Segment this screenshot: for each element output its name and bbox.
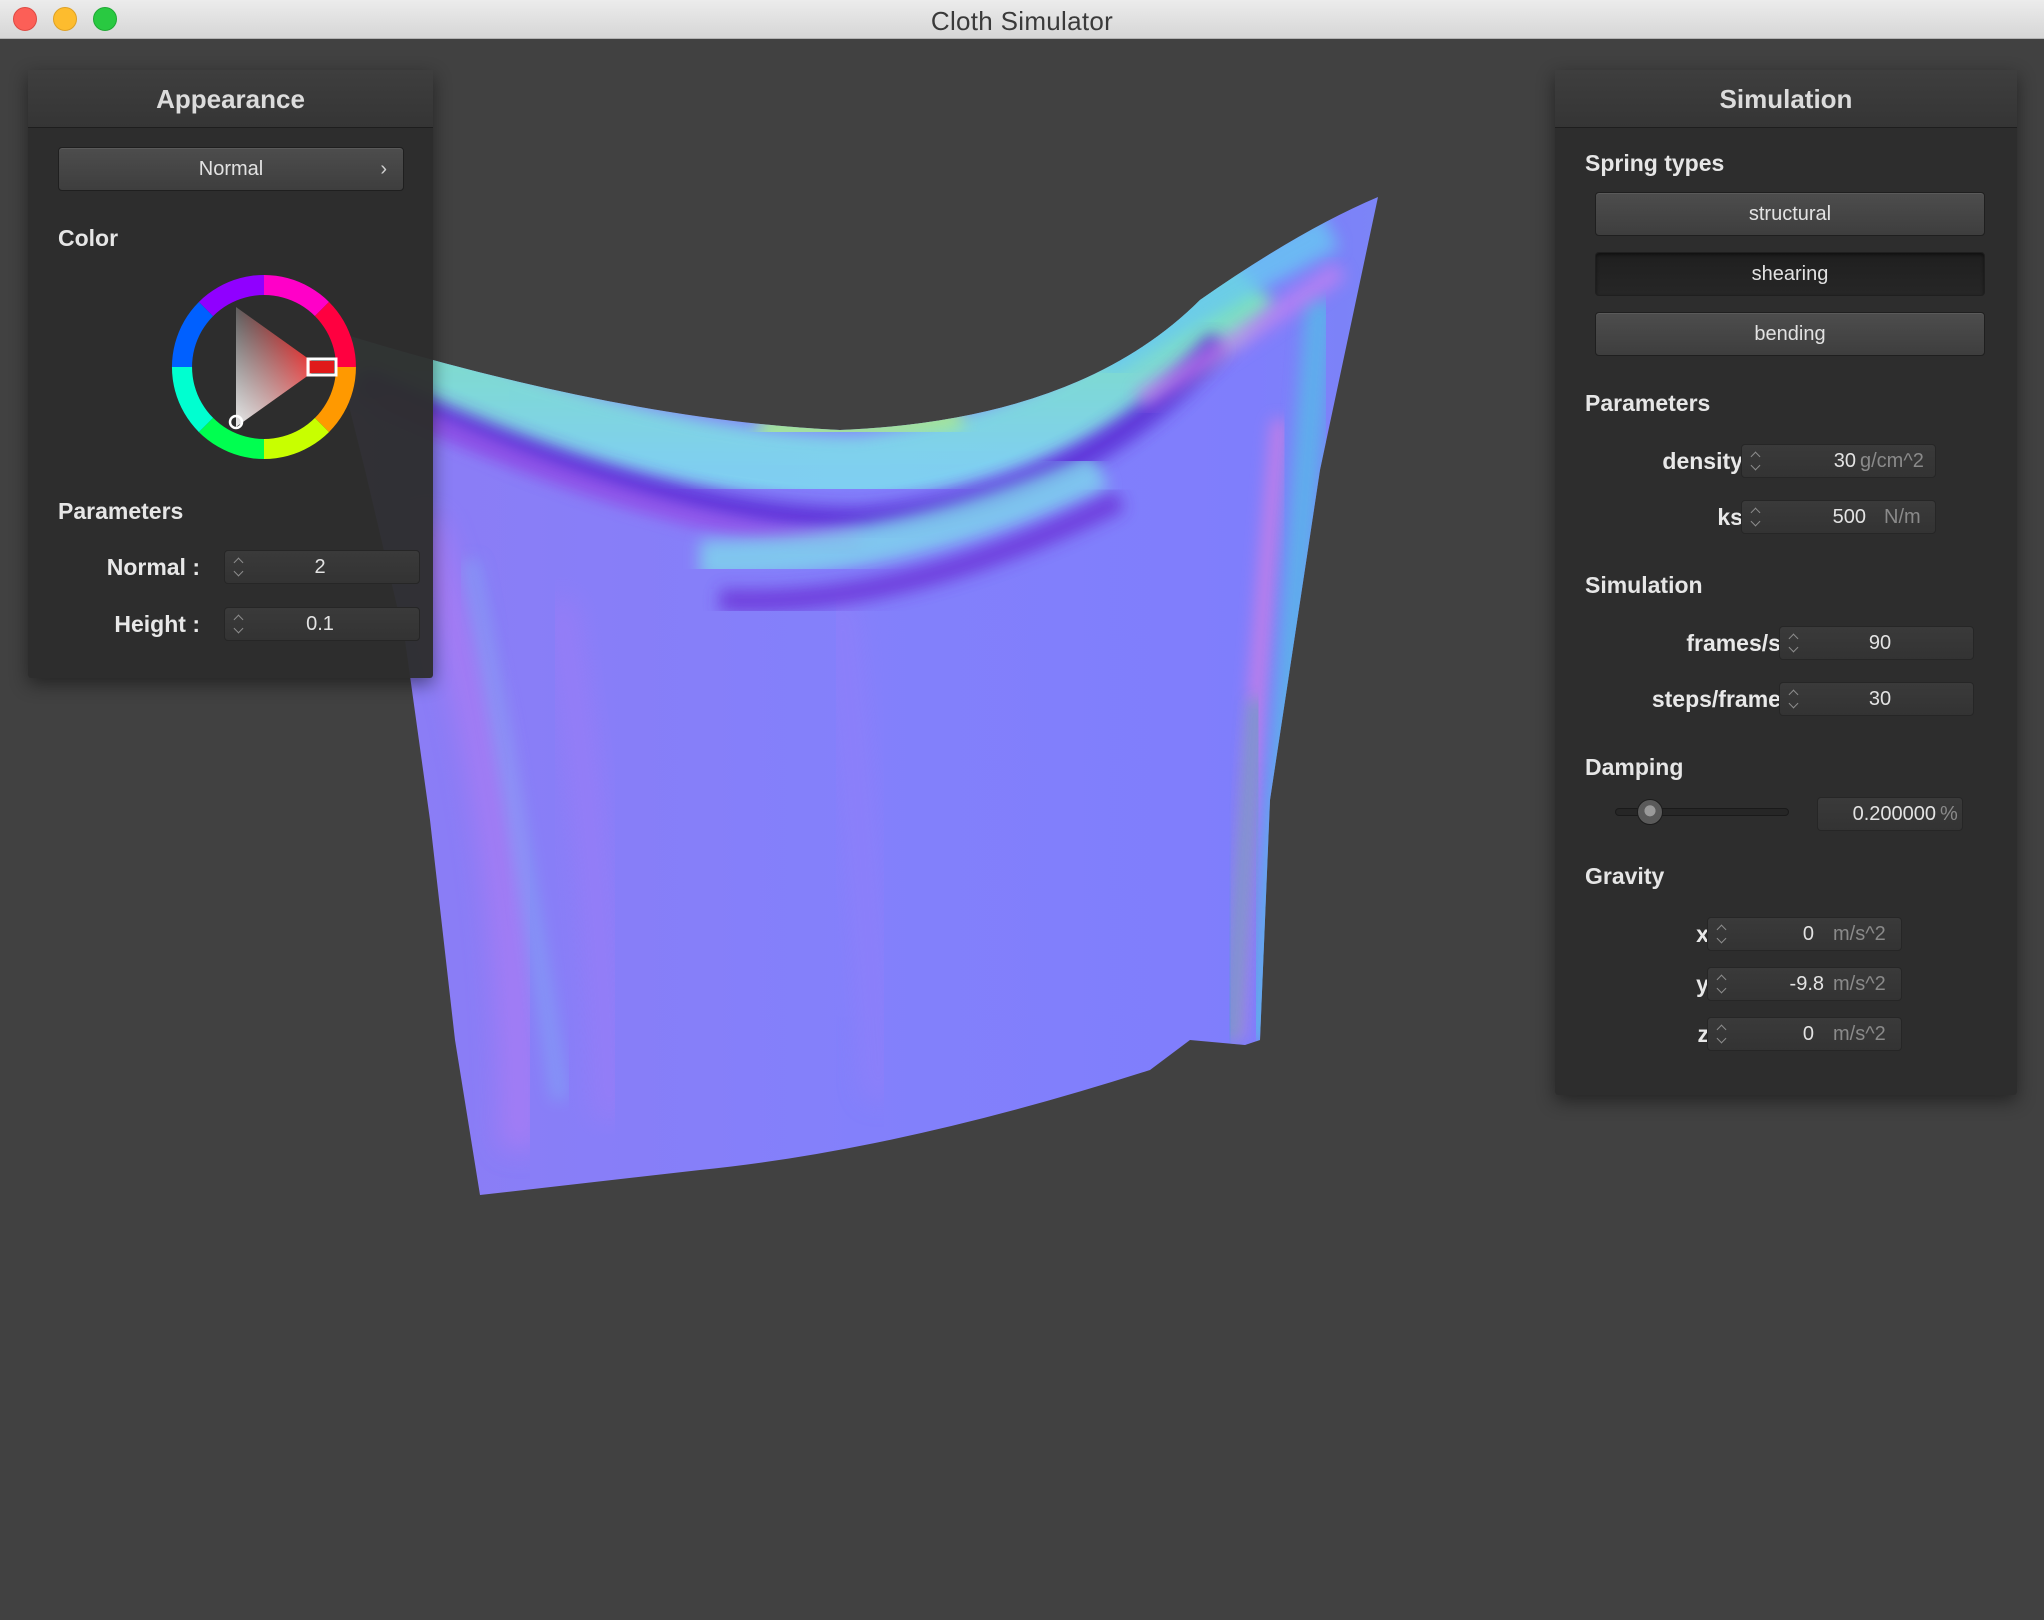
title-bar: Cloth Simulator	[0, 0, 2044, 39]
appearance-panel-title[interactable]: Appearance	[28, 70, 433, 128]
fps-value: 90	[1868, 632, 1892, 654]
shearing-button-label: shearing	[1751, 263, 1829, 285]
gravity-y-label: y :	[1696, 971, 1723, 997]
density-unit: g/cm^2	[1860, 450, 1924, 472]
height-value: 0.1	[306, 613, 334, 635]
density-input[interactable]: 30 g/cm^2	[1741, 444, 1936, 478]
damping-unit: %	[1940, 803, 1958, 825]
window-title: Cloth Simulator	[930, 6, 1114, 36]
stepper-icon[interactable]	[233, 610, 245, 638]
chevron-right-icon: ›	[380, 158, 387, 180]
color-section-label: Color	[58, 225, 119, 251]
appearance-parameters-label: Parameters	[58, 498, 184, 524]
damping-slider-knob[interactable]	[1636, 799, 1663, 825]
bending-button-label: bending	[1754, 323, 1826, 345]
density-label: density :	[1662, 448, 1757, 474]
height-label: Height :	[114, 611, 200, 637]
ks-input[interactable]: 500 N/m	[1741, 500, 1936, 534]
damping-input[interactable]: 0.200000 %	[1817, 797, 1963, 831]
stepper-icon[interactable]	[1716, 970, 1728, 998]
stepper-icon[interactable]	[233, 553, 245, 581]
gravity-y-input[interactable]: -9.8 m/s^2	[1707, 967, 1902, 1001]
structural-button-label: structural	[1748, 203, 1832, 225]
simulation-panel: Simulation Spring types structural shear…	[1555, 70, 2017, 1095]
shader-dropdown-label: Normal	[198, 158, 264, 180]
normal-input[interactable]: 2	[224, 550, 420, 584]
normal-label: Normal :	[106, 554, 200, 580]
steps-per-frame-input[interactable]: 30	[1779, 682, 1974, 716]
gravity-label: Gravity	[1585, 863, 1665, 889]
stepper-icon[interactable]	[1716, 920, 1728, 948]
density-value: 30	[1833, 450, 1856, 472]
steps-per-frame-label: steps/frame :	[1651, 686, 1795, 712]
gravity-x-input[interactable]: 0 m/s^2	[1707, 917, 1902, 951]
gravity-z-unit: m/s^2	[1833, 1023, 1886, 1045]
normal-value: 2	[314, 556, 326, 578]
gravity-y-unit: m/s^2	[1833, 973, 1886, 995]
color-wheel[interactable]	[164, 267, 364, 467]
gravity-x-value: 0	[1802, 923, 1814, 945]
height-input[interactable]: 0.1	[224, 607, 420, 641]
gravity-z-value: 0	[1802, 1023, 1814, 1045]
shader-dropdown[interactable]: Normal ›	[58, 147, 404, 191]
damping-value: 0.200000	[1852, 803, 1936, 825]
steps-per-frame-value: 30	[1868, 688, 1892, 710]
stepper-icon[interactable]	[1750, 447, 1762, 475]
simulation-panel-title[interactable]: Simulation	[1555, 70, 2017, 128]
spring-types-label: Spring types	[1585, 150, 1725, 176]
stepper-icon[interactable]	[1716, 1020, 1728, 1048]
ks-value: 500	[1832, 506, 1866, 528]
appearance-panel: Appearance Normal › Color Parameters Nor…	[28, 70, 433, 678]
gravity-x-label: x :	[1696, 921, 1723, 947]
ks-label: ks :	[1717, 504, 1757, 530]
simulation-parameters-label: Parameters	[1585, 390, 1711, 416]
ks-unit: N/m	[1884, 506, 1921, 528]
stepper-icon[interactable]	[1750, 503, 1762, 531]
shearing-button[interactable]: shearing	[1595, 252, 1985, 296]
gravity-z-input[interactable]: 0 m/s^2	[1707, 1017, 1902, 1051]
fps-input[interactable]: 90	[1779, 626, 1974, 660]
damping-label: Damping	[1585, 754, 1684, 780]
bending-button[interactable]: bending	[1595, 312, 1985, 356]
simulation-section-label: Simulation	[1585, 572, 1703, 598]
cloth-mesh	[330, 197, 1378, 1195]
gravity-y-value: -9.8	[1789, 973, 1824, 995]
gravity-z-label: z :	[1697, 1021, 1723, 1047]
stepper-icon[interactable]	[1788, 629, 1800, 657]
fps-label: frames/s :	[1686, 630, 1795, 656]
structural-button[interactable]: structural	[1595, 192, 1985, 236]
stepper-icon[interactable]	[1788, 685, 1800, 713]
gravity-x-unit: m/s^2	[1833, 923, 1886, 945]
